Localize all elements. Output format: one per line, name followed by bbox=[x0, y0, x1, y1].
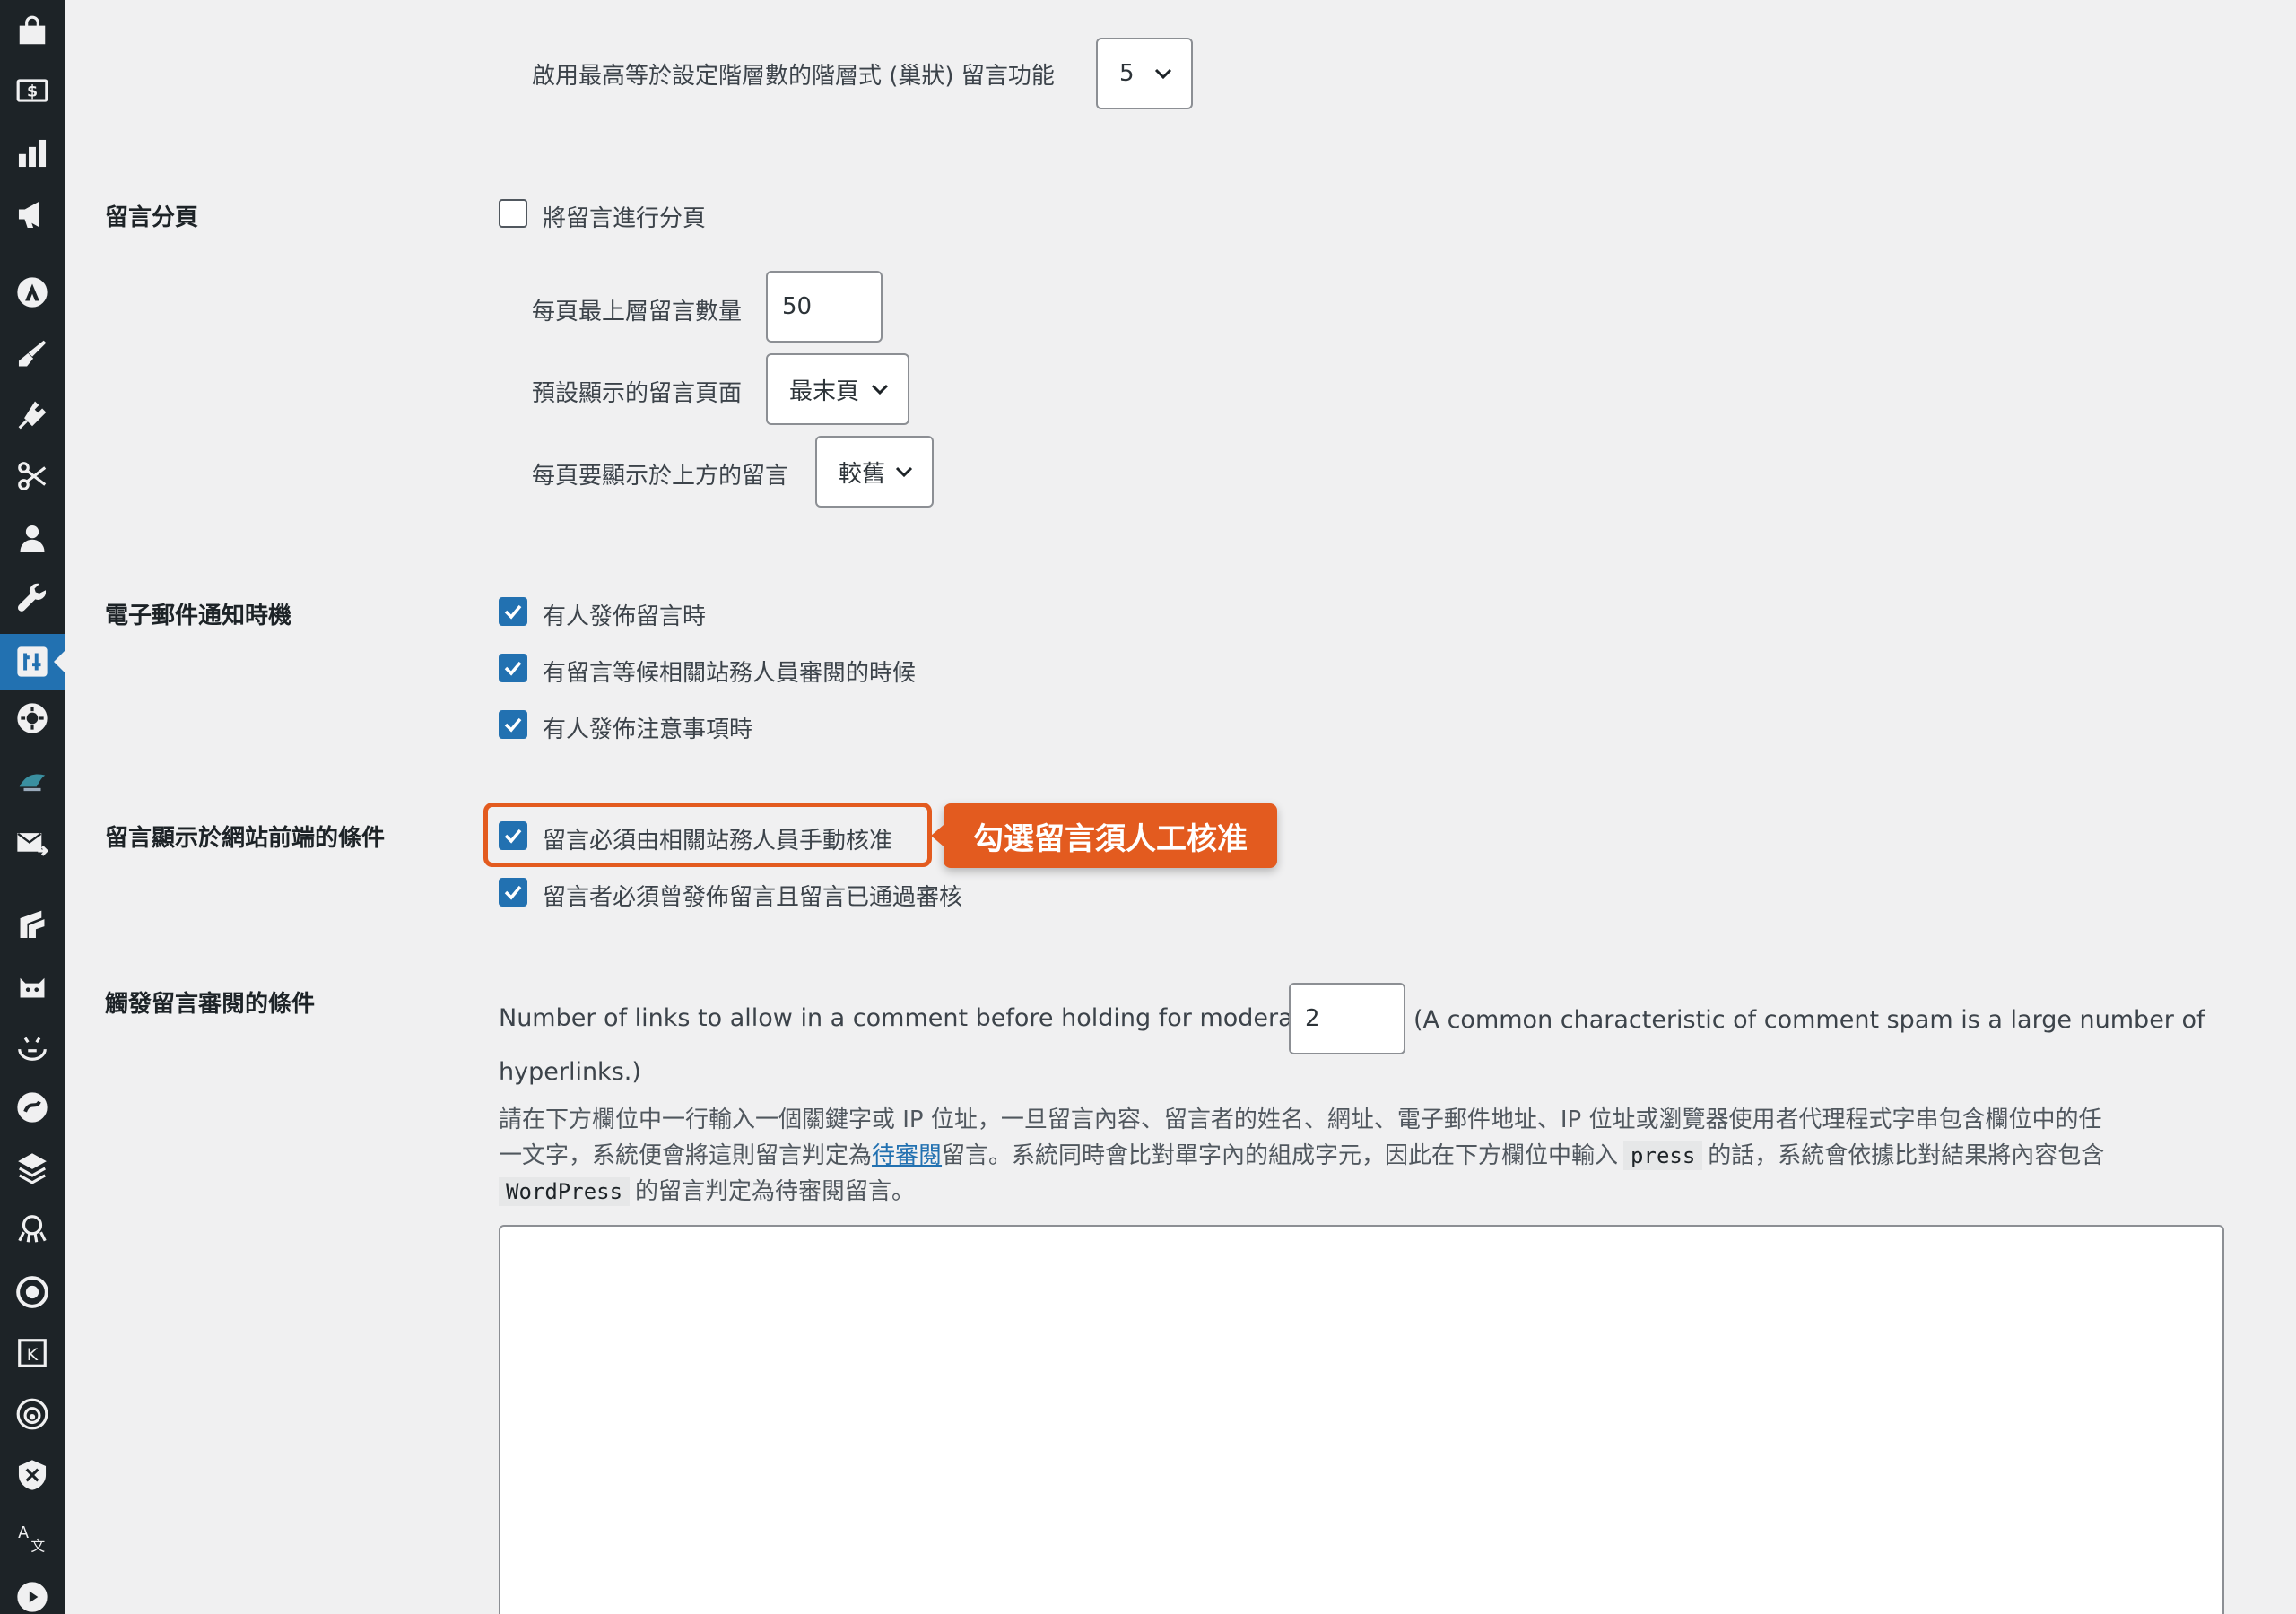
previously-approved-label: 留言者必須曾發佈留言且留言已通過審核 bbox=[543, 884, 963, 911]
links-count-value: 2 bbox=[1305, 1005, 1320, 1032]
paging-section-label: 留言分頁 bbox=[105, 204, 199, 231]
default-page-select[interactable]: 最末頁 bbox=[766, 353, 909, 425]
svg-text:A: A bbox=[18, 1524, 29, 1542]
thread-depth-value: 5 bbox=[1119, 60, 1135, 87]
check-icon bbox=[504, 885, 522, 900]
previously-approved-checkbox[interactable] bbox=[499, 878, 527, 907]
callout-text: 勾選留言須人工核准 bbox=[973, 820, 1248, 857]
bar-chart-icon[interactable] bbox=[0, 126, 65, 181]
octopus-icon[interactable] bbox=[0, 1202, 65, 1257]
moderation-description-line-1: 請在下方欄位中一行輸入一個關鍵字或 IP 位址，一旦留言內容、留言者的姓名、網址… bbox=[499, 1106, 2102, 1133]
appear-section-label: 留言顯示於網站前端的條件 bbox=[105, 825, 386, 852]
per-page-label: 每頁最上層留言數量 bbox=[532, 299, 743, 325]
moderation-description-line-2: 一文字，系統便會將這則留言判定為待審閱留言。系統同時會比對單字內的組成字元，因此… bbox=[499, 1137, 2104, 1170]
paging-enable-label: 將留言進行分頁 bbox=[543, 205, 707, 232]
email-on-moderation-label: 有留言等候相關站務人員審閱的時候 bbox=[543, 660, 917, 687]
gear-circle-icon[interactable] bbox=[0, 690, 65, 746]
default-page-label: 預設顯示的留言頁面 bbox=[532, 380, 743, 407]
moderation-section-label: 觸發留言審閱的條件 bbox=[105, 991, 316, 1018]
moderation-keys-textarea[interactable] bbox=[499, 1225, 2224, 1614]
order-select[interactable]: 較舊 bbox=[815, 436, 934, 508]
order-label: 每頁要顯示於上方的留言 bbox=[532, 463, 789, 490]
default-page-value: 最末頁 bbox=[789, 377, 860, 405]
shop-bag-icon[interactable] bbox=[0, 4, 65, 59]
check-icon bbox=[504, 829, 522, 844]
email-on-moderation-checkbox[interactable] bbox=[499, 654, 527, 682]
desc-text: 的話，系統會依據比對結果將內容包含 bbox=[1708, 1142, 2105, 1169]
manual-approval-label: 留言必須由相關站務人員手動核准 bbox=[543, 828, 893, 855]
email-on-notice-checkbox[interactable] bbox=[499, 710, 527, 739]
play-icon[interactable] bbox=[0, 1569, 65, 1614]
check-icon bbox=[504, 717, 522, 733]
eye-circle-icon[interactable] bbox=[0, 1264, 65, 1320]
astra-icon[interactable] bbox=[0, 265, 65, 320]
annotation-callout: 勾選留言須人工核准 bbox=[931, 803, 1277, 868]
boxed-letter-icon[interactable]: K bbox=[0, 1325, 65, 1381]
bird-icon[interactable] bbox=[0, 753, 65, 809]
email-on-comment-label: 有人發佈留言時 bbox=[543, 603, 707, 630]
mail-arrow-icon[interactable] bbox=[0, 816, 65, 872]
per-page-input[interactable]: 50 bbox=[766, 271, 883, 343]
broadcast-icon[interactable] bbox=[0, 1386, 65, 1442]
thread-depth-select[interactable]: 5 bbox=[1096, 38, 1193, 109]
paging-enable-checkbox[interactable] bbox=[499, 199, 527, 228]
user-icon[interactable] bbox=[0, 511, 65, 567]
paintbrush-icon[interactable] bbox=[0, 326, 65, 382]
plugin-icon[interactable] bbox=[0, 387, 65, 443]
desc-text: 留言。系統同時會比對單字內的組成字元，因此在下方欄位中輸入 bbox=[942, 1142, 1619, 1169]
desc-text: 一文字，系統便會將這則留言判定為 bbox=[499, 1142, 873, 1169]
chevron-down-icon bbox=[1154, 68, 1172, 80]
layers-icon[interactable] bbox=[0, 897, 65, 952]
email-section-label: 電子郵件通知時機 bbox=[105, 603, 292, 629]
stack-icon[interactable] bbox=[0, 1141, 65, 1196]
manual-approval-checkbox[interactable] bbox=[499, 821, 527, 850]
email-on-notice-label: 有人發佈注意事項時 bbox=[543, 716, 753, 743]
shield-icon[interactable] bbox=[0, 1447, 65, 1503]
check-icon bbox=[504, 604, 522, 620]
face-icon[interactable] bbox=[0, 1019, 65, 1074]
svg-text:$: $ bbox=[27, 82, 38, 100]
dollar-icon[interactable]: $ bbox=[0, 63, 65, 118]
order-value: 較舊 bbox=[839, 460, 886, 488]
code-wordpress: WordPress bbox=[499, 1177, 631, 1206]
svg-text:文: 文 bbox=[30, 1537, 45, 1554]
code-press: press bbox=[1623, 1141, 1703, 1170]
links-note: (A common characteristic of comment spam… bbox=[1413, 1006, 2205, 1034]
email-on-comment-checkbox[interactable] bbox=[499, 597, 527, 626]
links-label: Number of links to allow in a comment be… bbox=[499, 1004, 1348, 1032]
pending-review-link[interactable]: 待審閱 bbox=[872, 1142, 942, 1169]
cat-icon[interactable] bbox=[0, 958, 65, 1013]
chevron-down-icon bbox=[871, 384, 889, 395]
moderation-description-line-3: WordPress 的留言判定為待審閱留言。 bbox=[499, 1173, 915, 1206]
swirl-icon[interactable] bbox=[0, 1080, 65, 1135]
check-icon bbox=[504, 661, 522, 676]
megaphone-icon[interactable] bbox=[0, 187, 65, 242]
admin-sidebar: $ K A 文 bbox=[0, 0, 65, 1614]
scissors-icon[interactable] bbox=[0, 448, 65, 504]
thread-depth-label: 啟用最高等於設定階層數的階層式 (巢狀) 留言功能 bbox=[532, 63, 1055, 90]
wrench-icon[interactable] bbox=[0, 572, 65, 628]
desc-text: 的留言判定為待審閱留言。 bbox=[635, 1178, 916, 1205]
svg-text:K: K bbox=[27, 1345, 39, 1365]
chevron-down-icon bbox=[895, 466, 913, 478]
settings-sliders-icon[interactable] bbox=[0, 634, 65, 690]
per-page-value: 50 bbox=[782, 293, 813, 320]
translate-icon[interactable]: A文 bbox=[0, 1510, 65, 1566]
links-count-input[interactable]: 2 bbox=[1289, 983, 1405, 1054]
links-note-cont: hyperlinks.) bbox=[499, 1058, 641, 1086]
